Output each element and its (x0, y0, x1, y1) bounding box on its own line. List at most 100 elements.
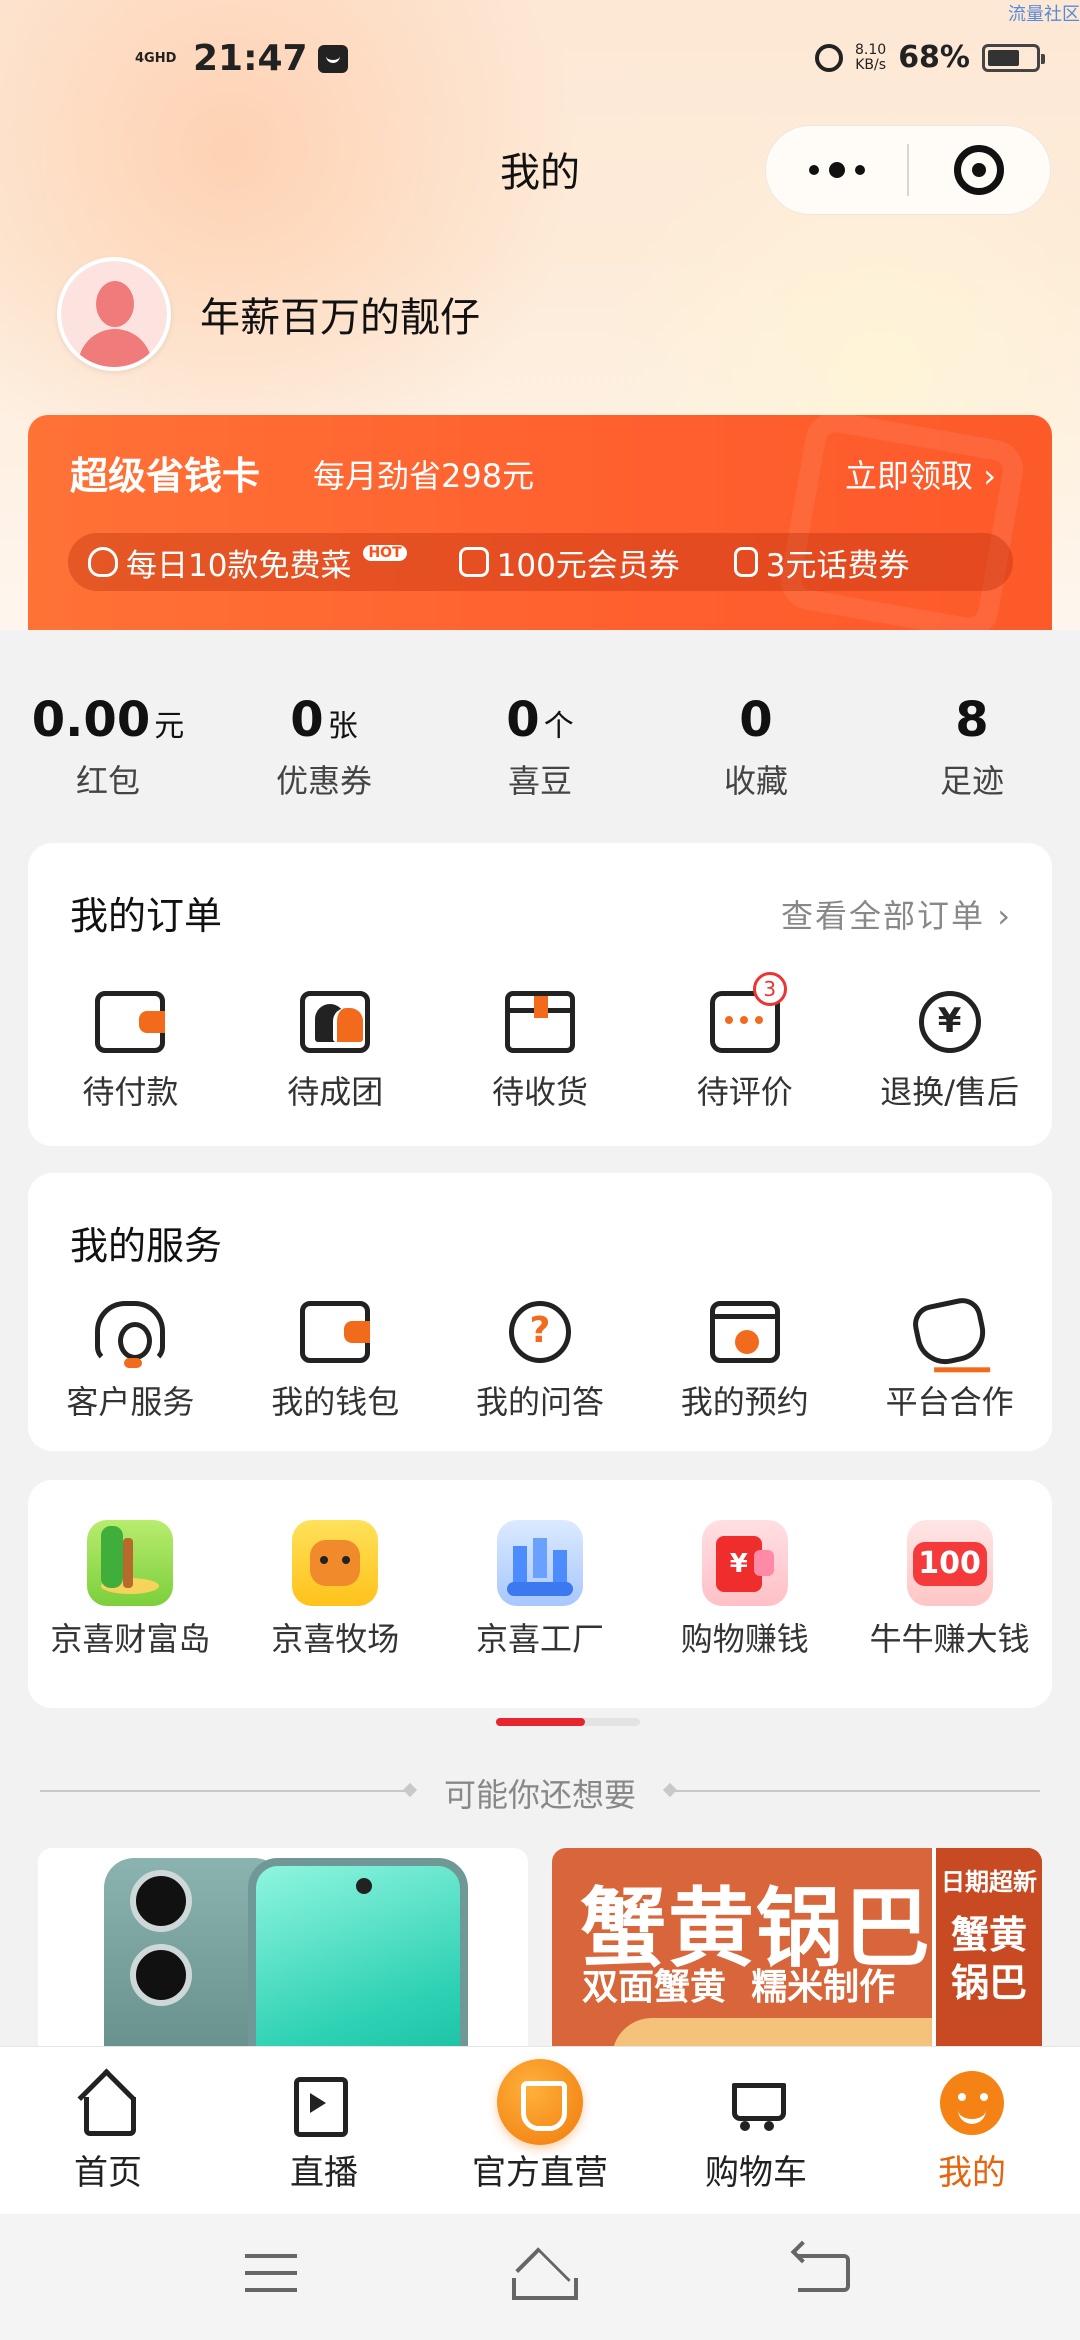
stat-favorites[interactable]: 0 收藏 (648, 692, 864, 812)
perk-label: 每日10款免费菜 (126, 547, 352, 584)
more-dot (854, 165, 865, 175)
island-icon (87, 1520, 174, 1606)
more-dot (808, 165, 819, 175)
stat-label: 红包 (75, 762, 140, 800)
mini-program-capsule (765, 125, 1051, 215)
service-customer[interactable]: 客户服务 (28, 1301, 233, 1423)
order-pending-delivery[interactable]: 待收货 (438, 991, 643, 1113)
order-pending-review[interactable]: 3 待评价 (642, 972, 847, 1113)
perk-label: 3元话费券 (765, 547, 910, 584)
service-qa[interactable]: ? 我的问答 (438, 1301, 643, 1423)
cow-icon-text: 100 (912, 1542, 987, 1586)
super-savings-card[interactable]: 超级省钱卡 每月劲省298元 立即领取 每日10款免费菜 HOT 100元会员券… (28, 415, 1052, 630)
order-label: 待收货 (491, 1073, 588, 1111)
handshake-icon (908, 1294, 991, 1370)
service-label: 我的问答 (475, 1383, 604, 1421)
avatar[interactable] (57, 257, 171, 371)
service-wallet[interactable]: 我的钱包 (233, 1301, 438, 1423)
perk-phone-bill[interactable]: 3元话费券 (733, 540, 910, 585)
stat-unit: 元 (154, 709, 185, 744)
order-after-sales[interactable]: ¥ 退换/售后 (847, 991, 1052, 1113)
calendar-icon (709, 1301, 780, 1363)
product-side-panel: 日期超新 蟹黄锅巴 (932, 1848, 1042, 2058)
home-icon (76, 2071, 140, 2136)
network-indicator: 4GHD (135, 51, 177, 66)
stat-value: 0 (506, 692, 540, 748)
network-speed: 8.10 KB/s (855, 41, 887, 73)
tab-home[interactable]: 首页 (0, 2047, 216, 2214)
tab-cart[interactable]: 购物车 (648, 2047, 864, 2214)
more-button[interactable] (766, 126, 907, 214)
phone-bill-icon (733, 547, 758, 577)
product-subtitle: 双面蟹黄 糯米制作 (582, 1967, 896, 2008)
claim-now-link[interactable]: 立即领取 (845, 451, 996, 497)
order-pending-group[interactable]: 待成团 (233, 991, 438, 1113)
games-scroll-indicator[interactable] (496, 1718, 640, 1726)
close-button[interactable] (909, 126, 1050, 214)
order-pending-payment[interactable]: 待付款 (28, 991, 233, 1113)
question-icon: ? (508, 1301, 571, 1363)
tab-official[interactable]: 官方直营 (432, 2047, 648, 2214)
phone-front-image (248, 1858, 468, 2058)
game-shop-earn[interactable]: 购物赚钱 (642, 1520, 847, 1660)
stat-footprints[interactable]: 8 足迹 (864, 692, 1080, 812)
stat-value: 0 (739, 692, 773, 748)
product-card-snack[interactable]: 蟹黄锅巴 双面蟹黄 糯米制作 日期超新 蟹黄锅巴 (552, 1848, 1042, 2058)
view-all-orders-link[interactable]: 查看全部订单 (781, 891, 1012, 937)
product-card-phone[interactable] (38, 1848, 528, 2058)
services-card: 我的服务 客户服务 我的钱包 ? 我的问答 我的预约 平台合作 (28, 1173, 1052, 1451)
farm-icon (292, 1520, 379, 1606)
alarm-icon (815, 43, 844, 72)
game-factory[interactable]: 京喜工厂 (438, 1520, 643, 1660)
game-fortune-island[interactable]: 京喜财富岛 (28, 1520, 233, 1660)
stat-value: 8 (955, 692, 989, 748)
game-cow-earn[interactable]: 100 牛牛赚大钱 (847, 1520, 1052, 1660)
system-nav-bar (0, 2214, 1080, 2340)
services-title: 我的服务 (70, 1224, 223, 1268)
service-booking[interactable]: 我的预约 (642, 1301, 847, 1423)
target-icon (954, 145, 1005, 195)
more-dot (828, 162, 845, 178)
wallet-icon (95, 991, 166, 1053)
home-nav-icon[interactable] (508, 2252, 578, 2300)
service-label: 我的钱包 (271, 1383, 400, 1421)
battery-icon (982, 43, 1045, 72)
orders-title: 我的订单 (70, 894, 223, 938)
official-store-icon (497, 2059, 583, 2145)
menu-icon[interactable] (245, 2254, 297, 2292)
tab-label: 我的 (938, 2153, 1006, 2193)
cow-money-icon: 100 (906, 1520, 993, 1606)
factory-icon (496, 1520, 583, 1606)
recommend-title: 可能你还想要 (443, 1776, 636, 1814)
package-icon (504, 991, 575, 1053)
comment-icon: 3 (709, 972, 787, 1053)
game-ranch[interactable]: 京喜牧场 (233, 1520, 438, 1660)
savings-card-subtitle: 每月劲省298元 (313, 457, 535, 495)
stat-red-packet[interactable]: 0.00 元 红包 (0, 692, 216, 812)
tab-me[interactable]: 我的 (864, 2047, 1080, 2214)
service-label: 平台合作 (885, 1383, 1014, 1421)
card-decoration (776, 415, 1028, 630)
username[interactable]: 年薪百万的靓仔 (200, 285, 480, 343)
stat-unit: 个 (543, 709, 574, 744)
side-title: 蟹黄锅巴 (950, 1913, 1027, 2005)
scroll-thumb (496, 1718, 585, 1726)
stat-beans[interactable]: 0个 喜豆 (432, 692, 648, 812)
stat-value: 0.00 (31, 692, 151, 748)
game-label: 购物赚钱 (680, 1620, 809, 1658)
back-icon[interactable] (798, 2254, 850, 2292)
savings-perks-bar: 每日10款免费菜 HOT 100元会员券 3元话费券 (68, 533, 1013, 591)
perk-member-coupon[interactable]: 100元会员券 (458, 540, 680, 585)
watermark: 流量社区 (1008, 4, 1080, 25)
wallet-icon (300, 1301, 371, 1363)
bottom-tab-bar: 首页 直播 官方直营 购物车 我的 (0, 2046, 1080, 2214)
camera-lens (130, 1870, 192, 1932)
stat-coupons[interactable]: 0张 优惠券 (216, 692, 432, 812)
perk-free-veg[interactable]: 每日10款免费菜 HOT (88, 540, 407, 585)
service-partnership[interactable]: 平台合作 (847, 1294, 1052, 1423)
red-packet-icon (701, 1520, 788, 1606)
tab-live[interactable]: 直播 (216, 2047, 432, 2214)
stat-value: 0 (290, 692, 324, 748)
status-time: 21:47 (193, 38, 308, 79)
game-label: 京喜工厂 (475, 1620, 604, 1658)
